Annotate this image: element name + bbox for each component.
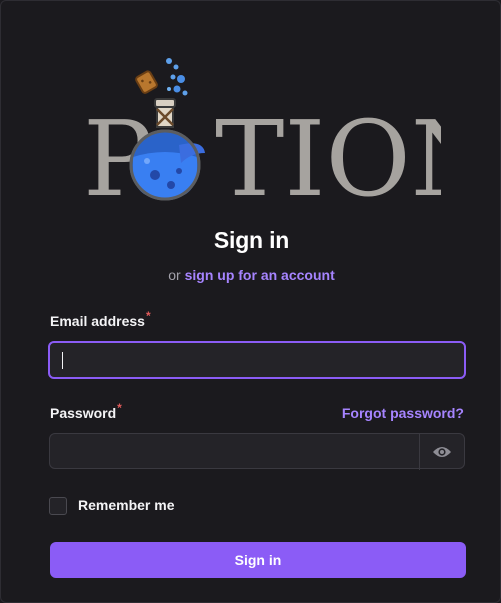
- remember-me-checkbox[interactable]: [49, 497, 67, 515]
- email-required-mark: *: [145, 309, 151, 323]
- password-label-text: Password: [50, 405, 117, 421]
- logo-letters-tion: TION: [215, 98, 441, 203]
- password-field[interactable]: [49, 433, 465, 470]
- toggle-password-visibility-button[interactable]: [419, 434, 464, 470]
- signup-prompt: or sign up for an account: [1, 267, 501, 283]
- forgot-password-link[interactable]: Forgot password?: [342, 405, 464, 421]
- email-field[interactable]: [48, 341, 466, 379]
- remember-me-label[interactable]: Remember me: [78, 497, 175, 513]
- potion-logo: P TION: [83, 58, 441, 203]
- signin-card: P TION Sign in or sign up for an: [0, 0, 501, 603]
- email-label: Email address*: [50, 309, 151, 329]
- page-title: Sign in: [213, 227, 290, 253]
- email-label-text: Email address: [50, 313, 145, 329]
- signup-prefix: or: [168, 267, 181, 283]
- signup-link[interactable]: sign up for an account: [185, 267, 335, 283]
- password-label: Password*: [50, 401, 122, 421]
- eye-icon: [433, 447, 451, 457]
- sign-in-button[interactable]: Sign in: [50, 542, 466, 578]
- password-required-mark: *: [117, 401, 122, 415]
- text-caret: [62, 352, 63, 369]
